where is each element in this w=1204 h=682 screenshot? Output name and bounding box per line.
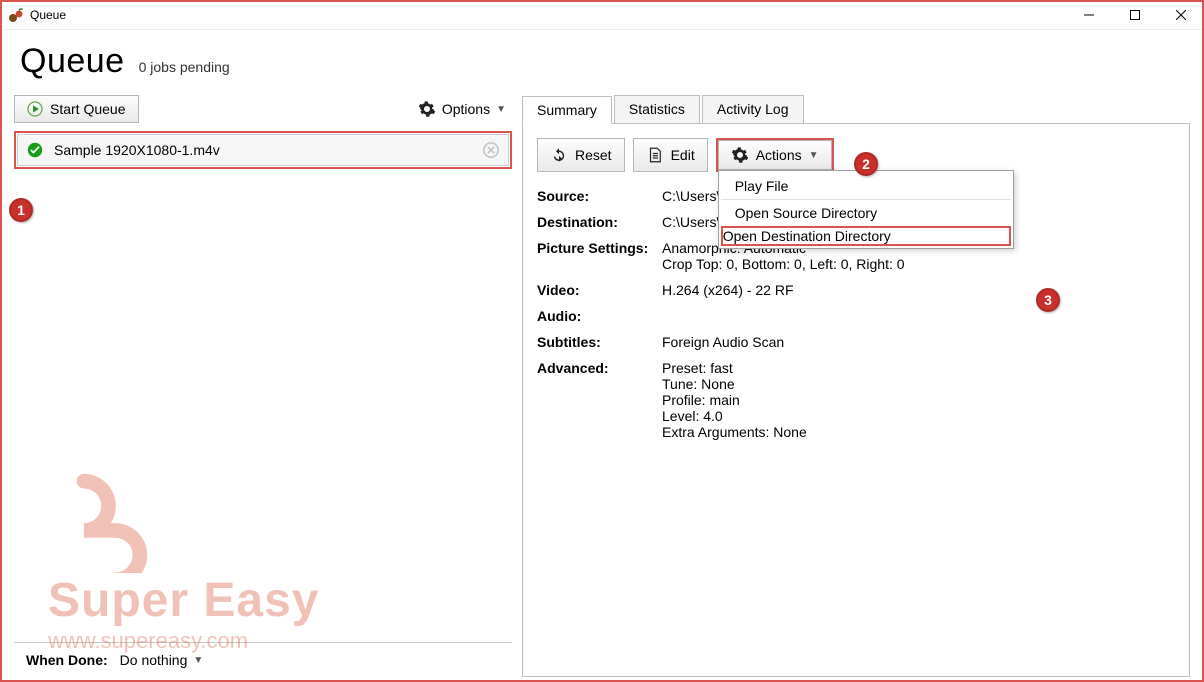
document-icon bbox=[646, 146, 664, 164]
queue-item[interactable]: Sample 1920X1080-1.m4v bbox=[17, 134, 509, 166]
subtitles-label: Subtitles: bbox=[537, 334, 662, 350]
check-circle-icon bbox=[26, 141, 44, 159]
refresh-icon bbox=[550, 146, 568, 164]
picture-line2: Crop Top: 0, Bottom: 0, Left: 0, Right: … bbox=[662, 256, 1175, 272]
cancel-icon[interactable] bbox=[482, 141, 500, 159]
gear-icon bbox=[731, 146, 749, 164]
annotation-badge-3: 3 bbox=[1036, 288, 1060, 312]
destination-label: Destination: bbox=[537, 214, 662, 230]
subtitles-value: Foreign Audio Scan bbox=[662, 334, 1175, 350]
tab-statistics[interactable]: Statistics bbox=[614, 95, 700, 123]
reset-button[interactable]: Reset bbox=[537, 138, 625, 172]
annotation-badge-2: 2 bbox=[854, 152, 878, 176]
picture-settings-label: Picture Settings: bbox=[537, 240, 662, 272]
actions-label: Actions bbox=[756, 147, 802, 163]
actions-button[interactable]: Actions ▼ bbox=[718, 140, 832, 170]
audio-value bbox=[662, 308, 1175, 324]
video-label: Video: bbox=[537, 282, 662, 298]
actions-menu: Play File Open Source Directory Open Des… bbox=[718, 170, 1014, 249]
edit-button[interactable]: Edit bbox=[633, 138, 708, 172]
advanced-label: Advanced: bbox=[537, 360, 662, 440]
reset-label: Reset bbox=[575, 147, 612, 163]
menu-play-file[interactable]: Play File bbox=[721, 173, 1011, 200]
audio-label: Audio: bbox=[537, 308, 662, 324]
queue-item-highlight: Sample 1920X1080-1.m4v bbox=[14, 131, 512, 169]
video-value: H.264 (x264) - 22 RF bbox=[662, 282, 1175, 298]
edit-label: Edit bbox=[671, 147, 695, 163]
advanced-value: Preset: fast Tune: None Profile: main Le… bbox=[662, 360, 1175, 440]
tab-activity-log[interactable]: Activity Log bbox=[702, 95, 804, 123]
source-label: Source: bbox=[537, 188, 662, 204]
chevron-down-icon: ▼ bbox=[809, 150, 819, 161]
actions-highlight: Actions ▼ Play File Open Source Director… bbox=[716, 138, 834, 172]
tab-summary[interactable]: Summary bbox=[522, 96, 612, 124]
menu-open-source-directory[interactable]: Open Source Directory bbox=[721, 200, 1011, 226]
menu-open-destination-directory[interactable]: Open Destination Directory bbox=[723, 228, 1009, 244]
details-panel: Summary Statistics Activity Log Reset Ed… bbox=[522, 95, 1190, 677]
summary-panel: Reset Edit Actions ▼ bbox=[522, 123, 1190, 677]
queue-item-filename: Sample 1920X1080-1.m4v bbox=[54, 142, 472, 158]
menu-open-destination-highlight: Open Destination Directory bbox=[721, 226, 1011, 246]
annotation-badge-1: 1 bbox=[9, 198, 33, 222]
